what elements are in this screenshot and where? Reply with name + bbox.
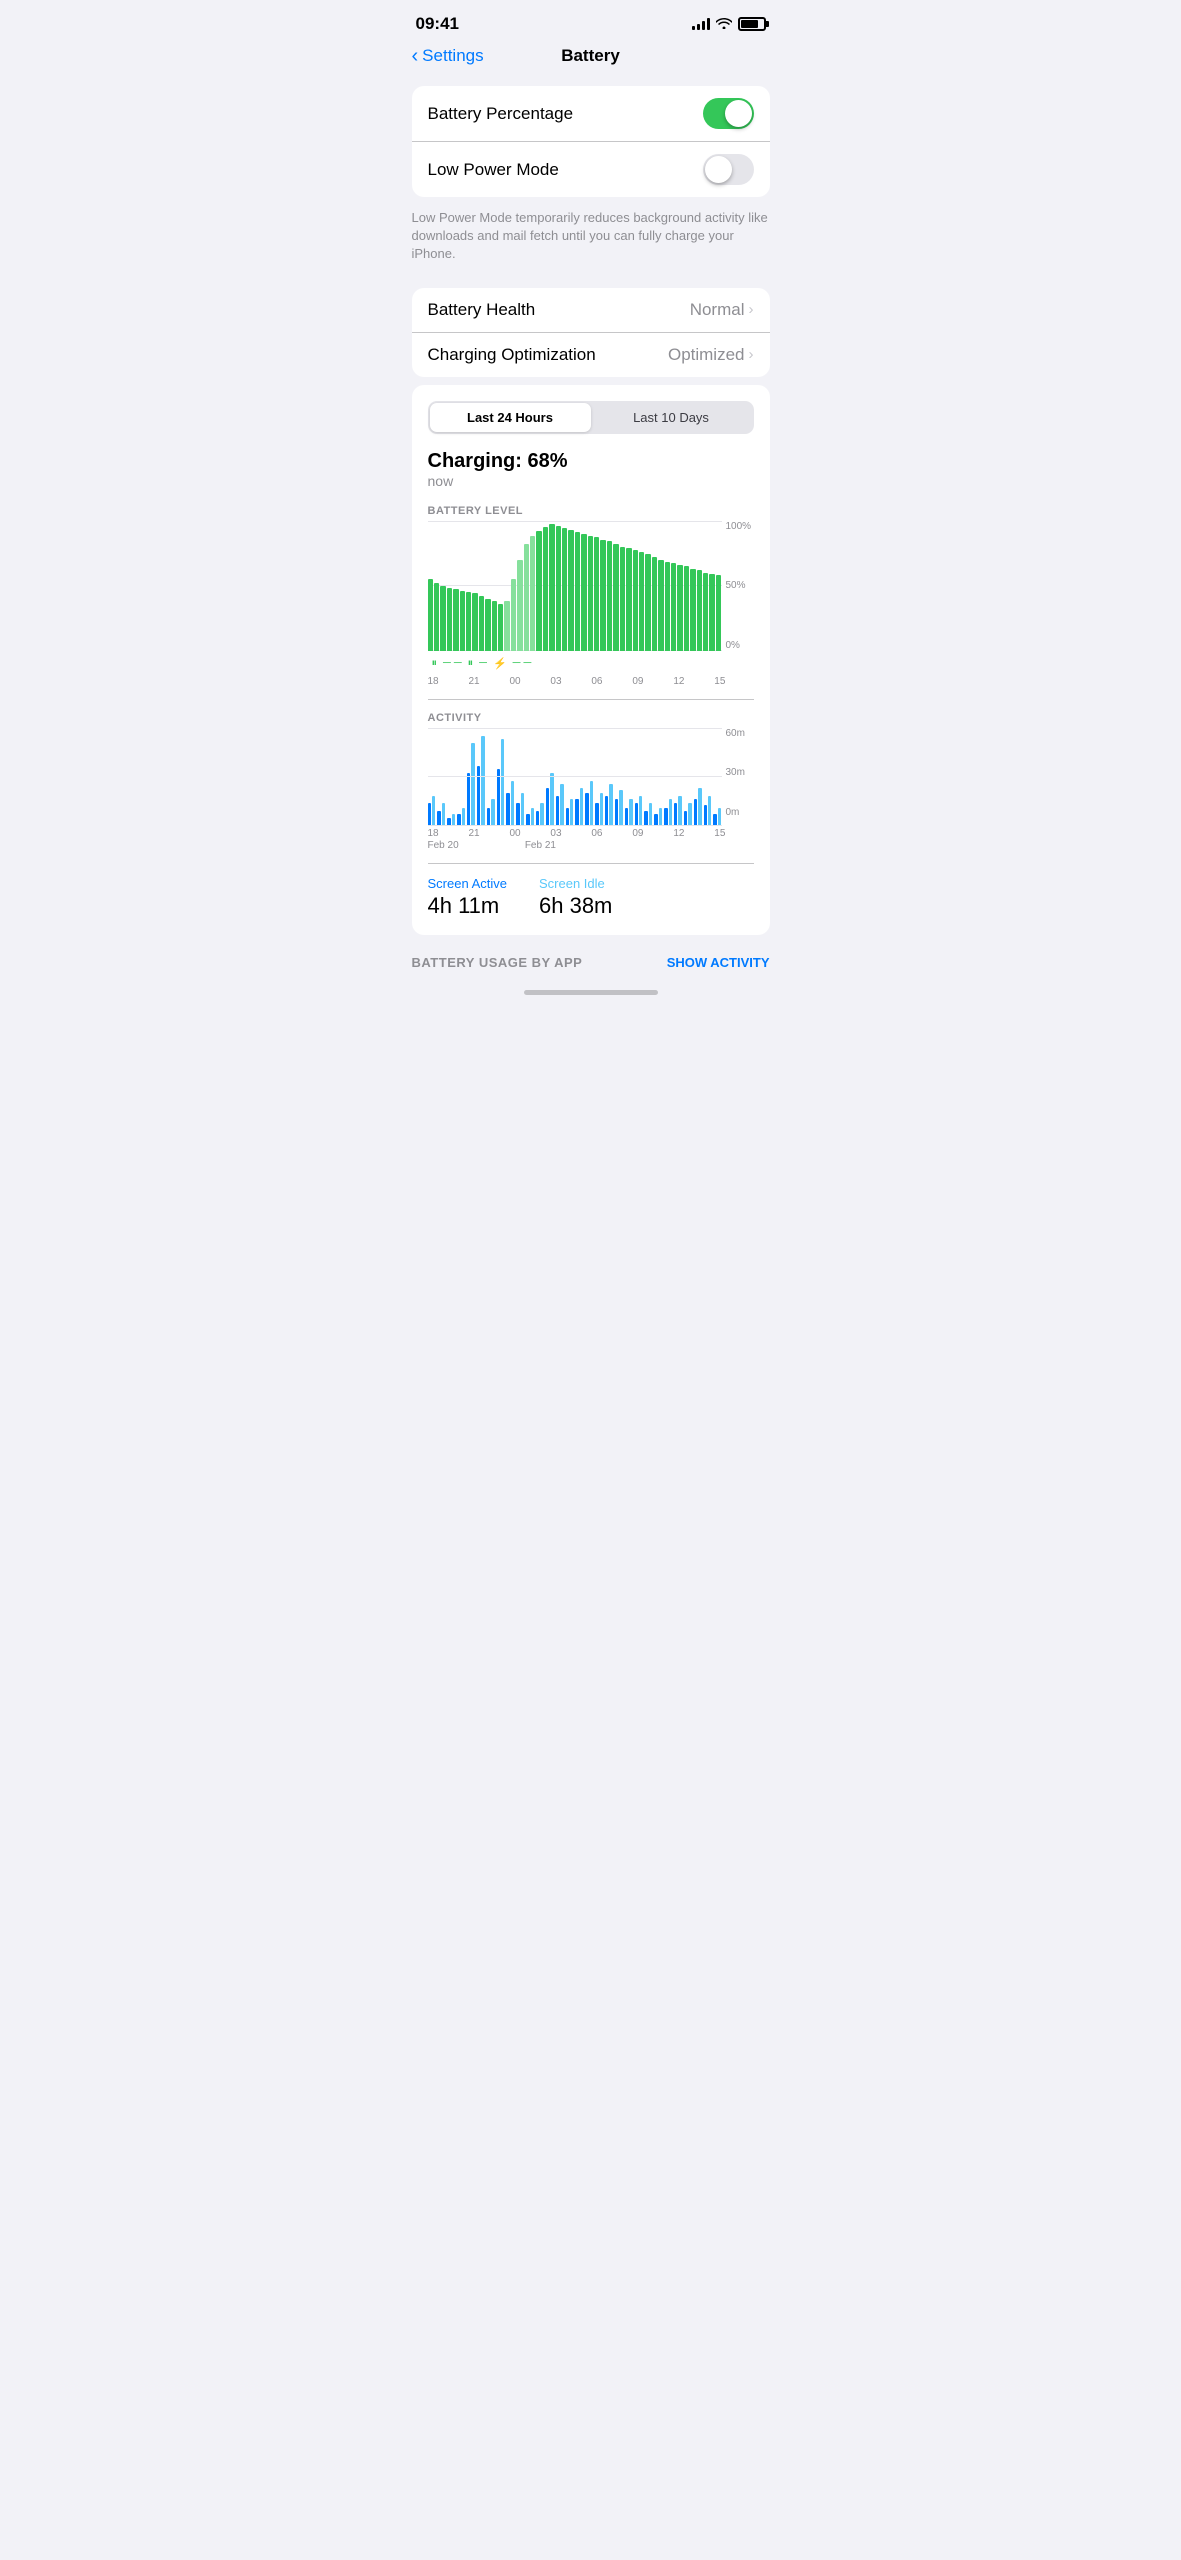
charging-time: now — [428, 473, 754, 489]
back-button[interactable]: ‹ Settings — [412, 46, 484, 66]
charging-optimization-row[interactable]: Charging Optimization Optimized › — [412, 332, 770, 377]
charging-status: Charging: 68% — [428, 450, 754, 473]
battery-usage-label: BATTERY USAGE BY APP — [412, 955, 583, 970]
battery-percentage-toggle[interactable] — [703, 98, 754, 129]
signal-bars-icon — [692, 18, 710, 30]
low-power-mode-toggle[interactable] — [703, 154, 754, 185]
screen-active-stat: Screen Active 4h 11m — [428, 876, 508, 919]
home-indicator — [396, 982, 786, 999]
event-dash3-icon: ─ ─ — [513, 657, 532, 669]
event-dash2-icon: ─ — [479, 657, 487, 669]
low-power-mode-label: Low Power Mode — [428, 160, 559, 180]
toggle-knob-2 — [705, 156, 732, 183]
event-bolt-icon: ⚡ — [493, 657, 507, 670]
status-icons — [692, 16, 766, 32]
screen-idle-label: Screen Idle — [539, 876, 612, 891]
chevron-right-icon-2: › — [749, 346, 754, 363]
battery-health-row[interactable]: Battery Health Normal › — [412, 288, 770, 332]
battery-percentage-row[interactable]: Battery Percentage — [412, 86, 770, 141]
low-power-note: Low Power Mode temporarily reduces backg… — [396, 205, 786, 280]
status-time: 09:41 — [416, 14, 459, 34]
battery-toggles-group: Battery Percentage Low Power Mode — [412, 86, 770, 197]
battery-health-value: Normal — [690, 300, 745, 320]
battery-usage-section: BATTERY USAGE BY APP SHOW ACTIVITY — [396, 943, 786, 982]
battery-health-label: Battery Health — [428, 300, 536, 320]
page-title: Battery — [561, 46, 620, 66]
charging-optimization-label: Charging Optimization — [428, 345, 596, 365]
battery-percentage-label: Battery Percentage — [428, 104, 574, 124]
activity-bars — [428, 736, 722, 826]
chevron-right-icon: › — [749, 301, 754, 318]
home-bar — [524, 990, 658, 995]
date-label-feb20: Feb 20 — [428, 840, 459, 851]
show-activity-button[interactable]: SHOW ACTIVITY — [667, 955, 770, 970]
wifi-icon — [716, 16, 732, 32]
back-chevron-icon: ‹ — [412, 46, 419, 66]
back-label: Settings — [422, 46, 483, 66]
low-power-mode-row[interactable]: Low Power Mode — [412, 141, 770, 197]
tab-switcher[interactable]: Last 24 Hours Last 10 Days — [428, 401, 754, 434]
charging-optimization-value: Optimized — [668, 345, 745, 365]
status-bar: 09:41 — [396, 0, 786, 42]
chart-divider — [428, 699, 754, 700]
charging-optimization-right: Optimized › — [668, 345, 754, 365]
screen-idle-stat: Screen Idle 6h 38m — [539, 876, 612, 919]
screen-active-value: 4h 11m — [428, 893, 508, 919]
screen-idle-value: 6h 38m — [539, 893, 612, 919]
battery-level-label: BATTERY LEVEL — [428, 505, 754, 517]
nav-bar: ‹ Settings Battery — [396, 42, 786, 78]
screen-active-label: Screen Active — [428, 876, 508, 891]
battery-x-labels: 18 21 00 03 06 09 12 15 — [428, 676, 754, 687]
charging-info: Charging: 68% now — [428, 450, 754, 489]
chart-section: Last 24 Hours Last 10 Days Charging: 68%… — [412, 385, 770, 935]
activity-stats: Screen Active 4h 11m Screen Idle 6h 38m — [428, 876, 754, 919]
tab-24h[interactable]: Last 24 Hours — [430, 403, 591, 432]
date-label-feb21: Feb 21 — [525, 840, 556, 851]
battery-health-group: Battery Health Normal › Charging Optimiz… — [412, 288, 770, 377]
event-pause2-icon: ⏸ — [468, 657, 474, 670]
chart-divider-2 — [428, 863, 754, 864]
battery-bars — [428, 521, 722, 651]
toggle-knob — [725, 100, 752, 127]
battery-health-right: Normal › — [690, 300, 754, 320]
activity-x-labels: 18 21 00 03 06 09 12 15 — [428, 828, 754, 839]
chart-events: ⏸ ─ ─ ⏸ ─ ⚡ ─ ─ — [428, 657, 754, 670]
battery-level-chart: 100% 50% 0% ⏸ ─ ─ ⏸ ─ ⚡ ─ ─ 18 21 00 03 … — [428, 521, 754, 687]
event-pause-icon: ⏸ — [432, 657, 438, 670]
activity-label: ACTIVITY — [428, 712, 754, 724]
tab-10d[interactable]: Last 10 Days — [591, 403, 752, 432]
battery-icon — [738, 17, 766, 31]
event-dash-icon: ─ ─ — [443, 657, 462, 669]
